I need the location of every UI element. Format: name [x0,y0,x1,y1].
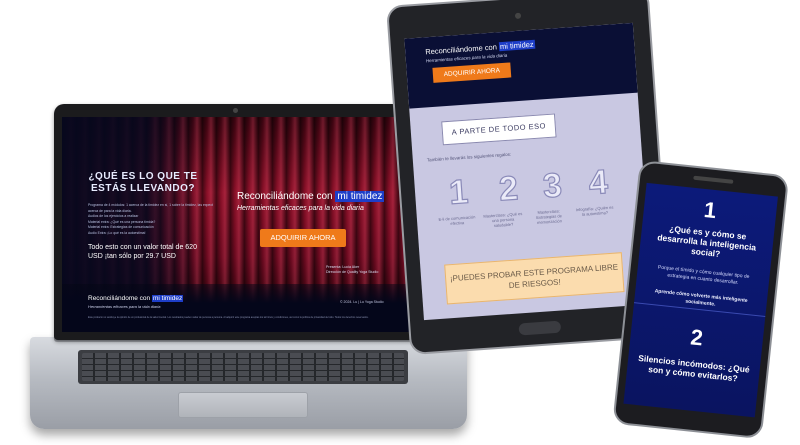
gift-number: 2 [497,169,520,209]
gift-number: 4 [587,162,610,203]
tablet-screen: Reconciliándome con mi timidez Herramien… [404,22,653,321]
laptop-price-text: Todo esto con un valor total de 620 USD … [88,244,197,260]
gift-number: 1 [447,172,470,213]
gift-number: 3 [541,166,564,206]
laptop-brand-title: Reconciliándome con mi timidez [237,191,385,202]
tablet-intro-text: También te llevarás los siguientes regal… [426,151,512,163]
phone-device: 1 ¿Qué es y cómo se desarrolla la inteli… [612,160,790,440]
laptop-buy-button[interactable]: ADQUIRIR AHORA [260,229,346,247]
list-item: Audio Extra: ¡Lo qué es la autoestima! [88,230,146,235]
laptop-bullet-list: Programa de 4 módulos: 1 acerca de la ti… [88,203,213,236]
laptop-copyright: © 2024. Lu | Lu Yoga Studio [340,300,384,304]
laptop-footer-brand: Reconciliándome con mi timidez [88,295,184,302]
laptop-tagline: Herramientas eficaces para la vida diari… [237,205,364,212]
laptop-legal-text: Este producto no sustituye la opinión de… [88,316,369,319]
laptop-keyboard [78,350,408,384]
tablet-risk-free-banner: ¡PUEDES PROBAR ESTE PROGRAMA LIBRE DE RI… [444,252,625,305]
laptop-touchpad [178,392,308,418]
module-description: Porque el tímido y cómo cualquier tipo d… [657,264,750,286]
laptop-question-heading: ¿QUÉ ES LO QUE TE ESTÁS LLEVANDO? [88,171,198,194]
tablet-header: Reconciliándome con mi timidez Herramien… [404,22,638,109]
gift-caption: Masterclass: Estrategias de memorización [536,208,563,225]
laptop-credit: Presenta: Lucia Aker Dirección de Qualit… [326,265,379,274]
laptop-screen: ¿QUÉ ES LO QUE TE ESTÁS LLEVANDO? Progra… [62,117,410,332]
gift-caption: Masterclass: ¿Qué es una persona saludab… [483,211,523,229]
module-title: Silencios incómodos: ¿Qué son y cómo evi… [637,352,751,384]
gift-caption: Infografía: ¿Quién es la autoestima? [575,204,614,217]
module-number: 2 [689,324,705,351]
laptop-footer-tagline: Herramientas eficaces para la vida diari… [88,304,161,309]
phone-screen: 1 ¿Qué es y cómo se desarrolla la inteli… [623,182,778,418]
tablet-section-banner: A PARTE DE TODO ESO [441,113,557,146]
gift-caption: E-li de comunicación efectiva [438,214,476,227]
list-item: Programa de 4 módulos: 1 acerca de la ti… [88,203,213,207]
tablet-buy-button[interactable]: ADQUIRIR AHORA [432,62,512,83]
laptop-camera [233,108,238,113]
